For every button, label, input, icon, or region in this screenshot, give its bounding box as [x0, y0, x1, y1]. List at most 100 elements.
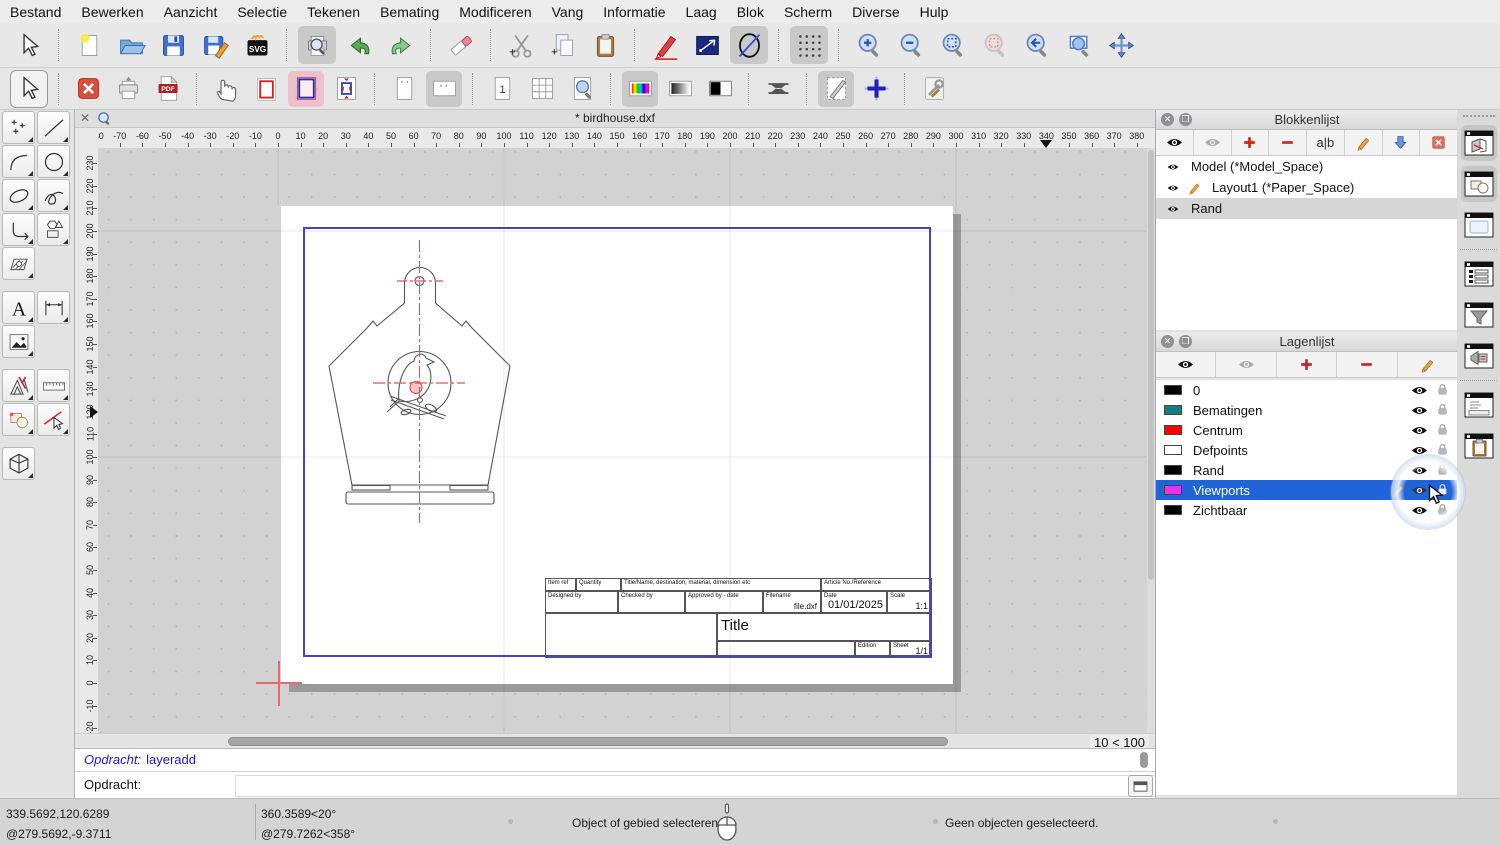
eye-icon[interactable] [1165, 203, 1181, 215]
menu-bemating[interactable]: Bemating [370, 4, 449, 20]
points-tool-button[interactable] [2, 111, 35, 144]
grayscale-button[interactable] [662, 71, 698, 107]
image-tool-button[interactable] [2, 325, 35, 358]
zoom-previous-button[interactable] [1018, 26, 1056, 64]
layer-visibility-eye-icon[interactable] [1411, 402, 1428, 419]
horizontal-scrollbar-thumb[interactable] [228, 737, 948, 746]
save-as-button[interactable] [196, 26, 234, 64]
pdf-export-button[interactable]: PDF [150, 71, 186, 107]
edit-block-button[interactable] [1345, 130, 1383, 155]
single-page-button[interactable]: 1 [484, 71, 520, 107]
insert-block-button[interactable] [1383, 130, 1421, 155]
clipboard-dock-dock-button[interactable] [1461, 428, 1497, 464]
copy-button[interactable] [544, 26, 582, 64]
add-block-button[interactable] [1232, 130, 1270, 155]
zoom-page-button[interactable] [564, 71, 600, 107]
zoom-out-button[interactable] [892, 26, 930, 64]
redo-button[interactable] [382, 26, 420, 64]
menu-diverse[interactable]: Diverse [842, 4, 909, 20]
layer-row-bematingen[interactable]: Bematingen [1156, 400, 1458, 420]
polyline-tool-button[interactable] [2, 213, 35, 246]
menu-bewerken[interactable]: Bewerken [71, 4, 153, 20]
add-layer-button[interactable] [1277, 352, 1337, 377]
text-tool-button[interactable]: A [2, 291, 35, 324]
command-history-scrollbar[interactable] [1140, 752, 1148, 768]
block-row-layout1[interactable]: Layout1 (*Paper_Space) [1156, 177, 1458, 198]
command-dock-dock-button[interactable] [1461, 387, 1497, 423]
menu-informatie[interactable]: Informatie [593, 4, 675, 20]
hatch-tool-button[interactable] [2, 247, 35, 280]
ruler-tool-tool-button[interactable] [37, 369, 70, 402]
shapes-tool-button[interactable] [37, 213, 70, 246]
menu-aanzicht[interactable]: Aanzicht [154, 4, 228, 20]
show-all-layers-button[interactable] [1156, 352, 1216, 377]
svg-export-button[interactable]: SVG [238, 26, 276, 64]
relative-zero-button[interactable] [688, 26, 726, 64]
remove-layer-button[interactable] [1337, 352, 1397, 377]
landscape-orientation-button[interactable] [426, 71, 462, 107]
grid-snap-button[interactable] [790, 26, 828, 64]
flatten-button[interactable] [760, 71, 796, 107]
select-cursor-button[interactable] [10, 26, 48, 64]
print-preview-button[interactable] [298, 26, 336, 64]
viewport-button[interactable] [288, 71, 324, 107]
modify-shapes-tool-button[interactable] [2, 403, 35, 436]
purge-block-button[interactable] [1420, 130, 1458, 155]
print-button[interactable] [110, 71, 146, 107]
portrait-orientation-button[interactable] [386, 71, 422, 107]
horizontal-scrollbar[interactable]: 10 < 100 [75, 733, 1155, 748]
zoom-in-button[interactable] [850, 26, 888, 64]
menu-hulp[interactable]: Hulp [910, 4, 959, 20]
close-print-preview-button[interactable] [70, 71, 106, 107]
new-file-button[interactable] [70, 26, 108, 64]
fit-to-page-button[interactable] [328, 71, 364, 107]
layer-row-0[interactable]: 0 [1156, 380, 1458, 400]
eye-icon[interactable] [1165, 161, 1181, 173]
layer-row-centrum[interactable]: Centrum [1156, 420, 1458, 440]
circletool-tool-button[interactable] [37, 145, 70, 178]
block-row-model[interactable]: Model (*Model_Space) [1156, 156, 1458, 177]
eye-icon[interactable] [1165, 182, 1181, 194]
open-file-button[interactable] [112, 26, 150, 64]
block-activity-dock-button[interactable] [1461, 166, 1497, 202]
ellipse-tool-button[interactable] [730, 26, 768, 64]
arc-tool-button[interactable] [2, 145, 35, 178]
edit-pen-button[interactable] [646, 26, 684, 64]
menu-scherm[interactable]: Scherm [774, 4, 842, 20]
block-row-rand[interactable]: Rand [1156, 198, 1458, 219]
drawing-canvas[interactable]: Item refQuantityTitle/Name, destination,… [98, 148, 1155, 733]
zoom-pan-button[interactable] [1102, 26, 1140, 64]
edit-layer-button[interactable] [1398, 352, 1458, 377]
box3d-tool-button[interactable] [2, 447, 35, 480]
layer-visibility-eye-icon[interactable] [1411, 382, 1428, 399]
dock-drag-handle[interactable] [1463, 115, 1495, 117]
linetool-tool-button[interactable] [37, 111, 70, 144]
select-pointer-button[interactable] [10, 70, 48, 108]
layer-lock-icon[interactable] [1435, 382, 1450, 397]
vertical-scrollbar[interactable] [1147, 148, 1155, 733]
menu-modificeren[interactable]: Modificeren [449, 4, 541, 20]
save-button[interactable] [154, 26, 192, 64]
draft-mode-button[interactable] [818, 71, 854, 107]
paste-button[interactable] [586, 26, 624, 64]
hide-all-blocks-button[interactable] [1194, 130, 1232, 155]
library-browser-dock-button[interactable] [1461, 125, 1497, 161]
spline-tool-button[interactable] [37, 179, 70, 212]
layer-lock-icon[interactable] [1435, 402, 1450, 417]
pan-hand-button[interactable] [208, 71, 244, 107]
zoom-window-button[interactable] [1060, 26, 1098, 64]
settings-button[interactable] [916, 71, 952, 107]
menu-tekenen[interactable]: Tekenen [297, 4, 370, 20]
menu-vang[interactable]: Vang [542, 4, 594, 20]
menu-blok[interactable]: Blok [727, 4, 774, 20]
show-all-blocks-button[interactable] [1156, 130, 1194, 155]
cad-tools-tool-button[interactable] [2, 369, 35, 402]
menu-laag[interactable]: Laag [676, 4, 727, 20]
layer-lock-icon[interactable] [1435, 442, 1450, 457]
black-white-button[interactable] [702, 71, 738, 107]
command-detach-button[interactable] [1128, 775, 1153, 797]
show-crosshair-button[interactable] [858, 71, 894, 107]
full-color-button[interactable] [622, 71, 658, 107]
menu-selectie[interactable]: Selectie [227, 4, 297, 20]
preview-panel-dock-button[interactable] [1461, 207, 1497, 243]
